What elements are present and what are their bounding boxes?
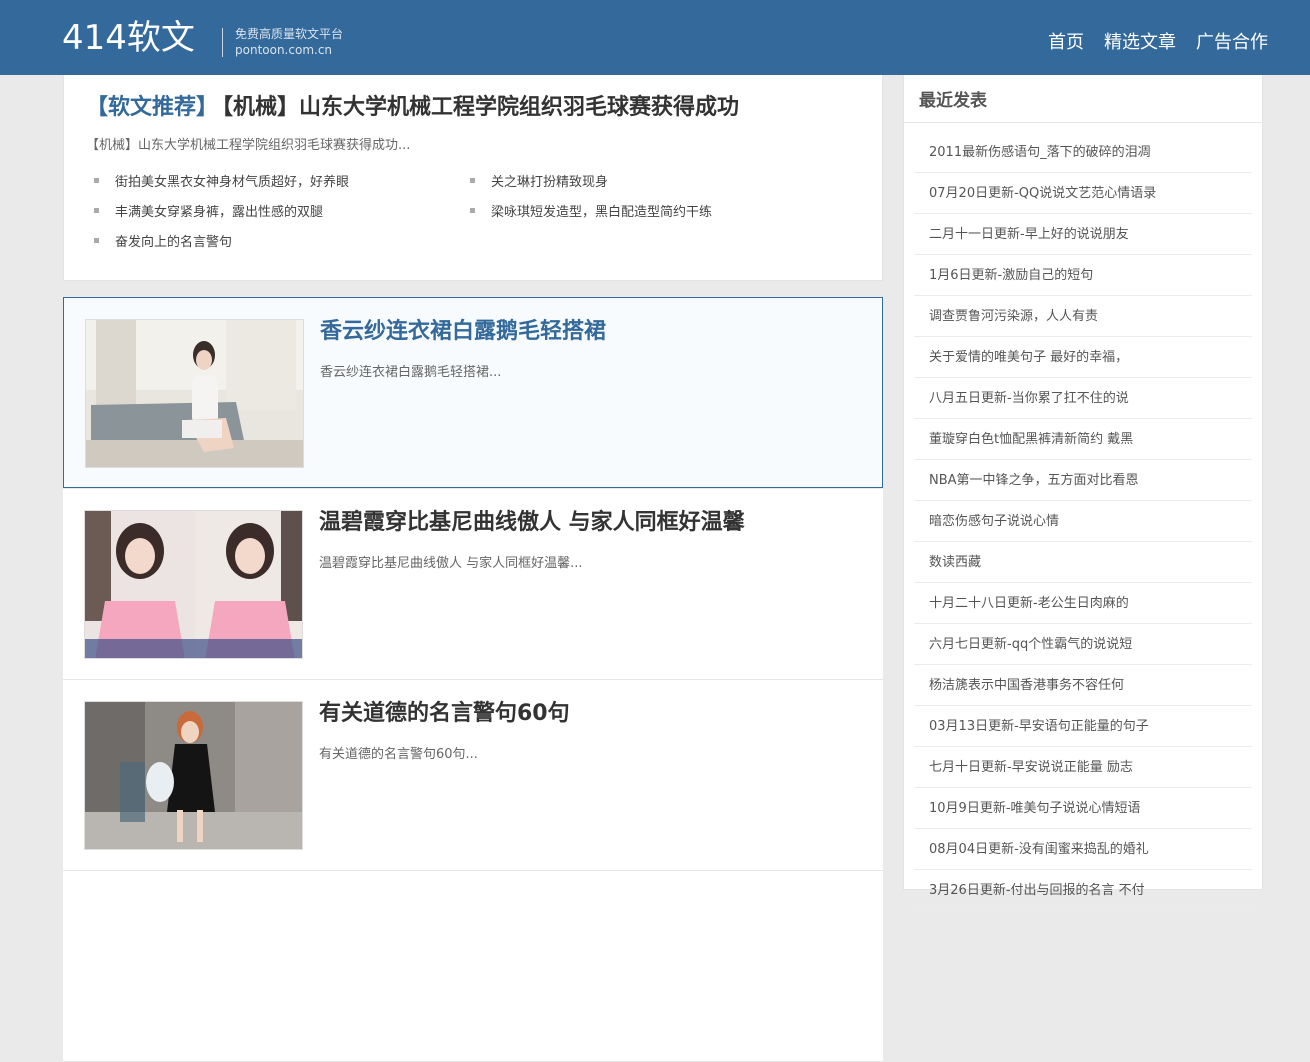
nav-advertising[interactable]: 广告合作: [1196, 30, 1268, 56]
related-item-label: 奋发向上的名言警句: [115, 235, 233, 250]
recent-posts-list: 2011最新伤感语句_落下的破碎的泪凋 07月20日更新-QQ说说文艺范心情语录…: [904, 132, 1262, 911]
article-card[interactable]: 温碧霞穿比基尼曲线傲人 与家人同框好温馨 温碧霞穿比基尼曲线傲人 与家人同框好温…: [63, 489, 883, 680]
article-title[interactable]: 温碧霞穿比基尼曲线傲人 与家人同框好温馨: [319, 507, 745, 539]
recent-post-item[interactable]: 10月9日更新-唯美句子说说心情短语: [914, 788, 1252, 829]
article-desc: 温碧霞穿比基尼曲线傲人 与家人同框好温馨...: [319, 556, 583, 571]
bullet-icon: [94, 238, 99, 243]
article-card[interactable]: 有关道德的名言警句60句 有关道德的名言警句60句...: [63, 680, 883, 871]
article-title[interactable]: 香云纱连衣裙白露鹅毛轻搭裙: [320, 316, 606, 348]
recent-post-item[interactable]: 调查贾鲁河污染源，人人有责: [914, 296, 1252, 337]
featured-title-text[interactable]: 【机械】山东大学机械工程学院组织羽毛球赛获得成功: [222, 95, 739, 120]
article-card[interactable]: [63, 871, 883, 1062]
bullet-icon: [470, 178, 475, 183]
recent-post-item[interactable]: 关于爱情的唯美句子 最好的幸福，: [914, 337, 1252, 378]
related-item-label: 街拍美女黑衣女神身材气质超好，好养眼: [115, 175, 350, 190]
bullet-icon: [94, 178, 99, 183]
featured-tag: 【软文推荐】: [86, 95, 219, 120]
slogan-domain: pontoon.com.cn: [235, 43, 333, 57]
related-item-label: 梁咏琪短发造型，黑白配造型简约干练: [491, 205, 713, 220]
recent-post-item[interactable]: 八月五日更新-当你累了扛不住的说: [914, 378, 1252, 419]
recent-post-item[interactable]: 二月十一日更新-早上好的说说朋友: [914, 214, 1252, 255]
recent-post-item[interactable]: 03月13日更新-早安语句正能量的句子: [914, 706, 1252, 747]
recent-post-item[interactable]: 暗恋伤感句子说说心情: [914, 501, 1252, 542]
article-desc: 有关道德的名言警句60句...: [319, 747, 478, 762]
nav-home[interactable]: 首页: [1048, 30, 1084, 56]
main-nav: 首页 精选文章 广告合作: [1048, 30, 1268, 56]
recent-post-item[interactable]: 3月26日更新-付出与回报的名言 不付: [914, 870, 1252, 911]
bullet-icon: [94, 208, 99, 213]
thumbnail-image: [86, 320, 303, 467]
featured-title[interactable]: 【软文推荐】 【机械】山东大学机械工程学院组织羽毛球赛获得成功: [86, 92, 739, 124]
article-thumbnail[interactable]: [84, 701, 303, 850]
article-title[interactable]: 有关道德的名言警句60句: [319, 698, 570, 730]
recent-post-item[interactable]: 六月七日更新-qq个性霸气的说说短: [914, 624, 1252, 665]
related-item[interactable]: 街拍美女黑衣女神身材气质超好，好养眼: [94, 173, 349, 193]
recent-post-item[interactable]: 七月十日更新-早安说说正能量 励志: [914, 747, 1252, 788]
thumbnail-image: [85, 702, 302, 849]
recent-post-item[interactable]: 杨洁篪表示中国香港事务不容任何: [914, 665, 1252, 706]
related-item-label: 丰满美女穿紧身裤，露出性感的双腿: [115, 205, 324, 220]
logo-divider: [222, 28, 223, 57]
bullet-icon: [470, 208, 475, 213]
nav-featured-articles[interactable]: 精选文章: [1104, 30, 1176, 56]
recent-post-item[interactable]: 数读西藏: [914, 542, 1252, 583]
featured-recommendation: 【软文推荐】 【机械】山东大学机械工程学院组织羽毛球赛获得成功 【机械】山东大学机…: [63, 75, 883, 281]
site-logo[interactable]: 414软文: [62, 18, 195, 58]
recent-post-item[interactable]: 08月04日更新-没有闺蜜来捣乱的婚礼: [914, 829, 1252, 870]
article-desc: 香云纱连衣裙白露鹅毛轻搭裙...: [320, 365, 502, 380]
related-item[interactable]: 丰满美女穿紧身裤，露出性感的双腿: [94, 203, 323, 223]
recent-post-item[interactable]: 董璇穿白色t恤配黑裤清新简约 戴黑: [914, 419, 1252, 460]
related-item[interactable]: 关之琳打扮精致现身: [470, 173, 608, 193]
recent-post-item[interactable]: NBA第一中锋之争，五方面对比看恩: [914, 460, 1252, 501]
related-item[interactable]: 梁咏琪短发造型，黑白配造型简约干练: [470, 203, 712, 223]
sidebar-recent-posts: 最近发表 2011最新伤感语句_落下的破碎的泪凋 07月20日更新-QQ说说文艺…: [903, 75, 1263, 911]
featured-desc: 【机械】山东大学机械工程学院组织羽毛球赛获得成功...: [86, 138, 411, 153]
recent-post-item[interactable]: 2011最新伤感语句_落下的破碎的泪凋: [914, 132, 1252, 173]
recent-post-item[interactable]: 07月20日更新-QQ说说文艺范心情语录: [914, 173, 1252, 214]
recent-post-item[interactable]: 1月6日更新-激励自己的短句: [914, 255, 1252, 296]
site-header: 414软文 免费高质量软文平台 pontoon.com.cn 首页 精选文章 广…: [0, 0, 1310, 75]
article-card[interactable]: 香云纱连衣裙白露鹅毛轻搭裙 香云纱连衣裙白露鹅毛轻搭裙...: [63, 297, 883, 488]
related-item[interactable]: 奋发向上的名言警句: [94, 233, 232, 253]
thumbnail-image: [85, 511, 302, 658]
related-item-label: 关之琳打扮精致现身: [491, 175, 609, 190]
site-slogan: 免费高质量软文平台 pontoon.com.cn: [235, 26, 343, 58]
sidebar-title: 最近发表: [904, 75, 1262, 123]
slogan-text: 免费高质量软文平台: [235, 27, 344, 41]
article-thumbnail[interactable]: [84, 510, 303, 659]
article-thumbnail[interactable]: [85, 319, 304, 468]
recent-post-item[interactable]: 十月二十八日更新-老公生日肉麻的: [914, 583, 1252, 624]
